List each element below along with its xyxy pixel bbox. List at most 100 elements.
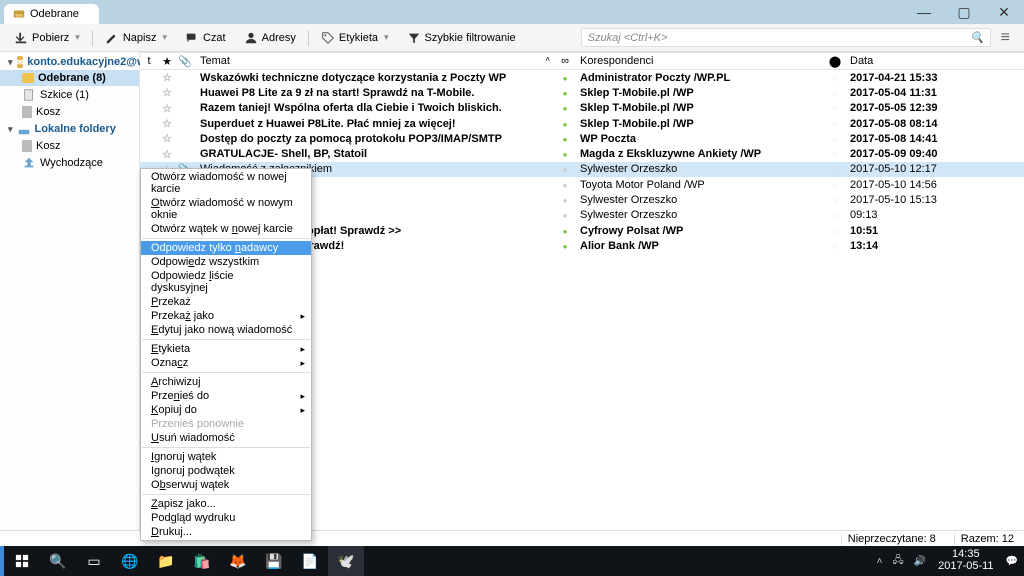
read-cell[interactable] [556, 225, 574, 237]
local-trash[interactable]: Kosz [0, 138, 139, 154]
important-cell[interactable] [826, 72, 844, 84]
task-view-button[interactable]: ▭ [76, 546, 112, 576]
star-cell[interactable]: ☆ [158, 148, 176, 161]
important-cell[interactable] [826, 87, 844, 99]
folder-drafts[interactable]: Szkice (1) [0, 86, 139, 104]
tray-chevron-icon[interactable]: ˄ [875, 556, 885, 567]
get-mail-button[interactable]: Pobierz▾ [6, 28, 88, 48]
ctx-archive[interactable]: Archiwizuj [141, 375, 311, 389]
ctx-copy-to[interactable]: Kopiuj do▸ [141, 403, 311, 417]
ctx-reply-list[interactable]: Odpowiedz liście dyskusyjnej [141, 269, 311, 295]
important-cell[interactable] [826, 118, 844, 130]
message-row[interactable]: ☆Wskazówki techniczne dotyczące korzysta… [140, 70, 1024, 85]
col-read[interactable]: ∞ [556, 55, 574, 67]
ctx-ignore-subthread[interactable]: Ignoruj podwątek [141, 464, 311, 478]
search-input[interactable]: Szukaj <Ctrl+K>🔍 [581, 28, 991, 47]
explorer-button[interactable]: 📁 [148, 546, 184, 576]
important-cell[interactable] [826, 209, 844, 221]
star-cell[interactable]: ☆ [158, 86, 176, 99]
read-cell[interactable] [556, 209, 574, 221]
thunderbird-button[interactable]: 🕊️ [328, 546, 364, 576]
app-button-1[interactable]: 💾 [256, 546, 292, 576]
read-cell[interactable] [556, 240, 574, 252]
col-attachment[interactable]: 📎 [176, 55, 194, 68]
read-cell[interactable] [556, 133, 574, 145]
read-cell[interactable] [556, 118, 574, 130]
folder-inbox[interactable]: Odebrane (8) [0, 70, 139, 86]
search-button[interactable]: 🔍 [40, 546, 76, 576]
ctx-mark[interactable]: Oznacz▸ [141, 356, 311, 370]
col-star[interactable]: ★ [158, 55, 176, 68]
ctx-watch-thread[interactable]: Obserwuj wątek [141, 478, 311, 492]
important-cell[interactable] [826, 194, 844, 206]
read-cell[interactable] [556, 179, 574, 191]
write-button[interactable]: Napisz▾ [97, 28, 175, 48]
ctx-open-thread-tab[interactable]: Otwórz wątek w nowej karcie [141, 222, 311, 236]
ctx-print[interactable]: Drukuj... [141, 525, 311, 539]
read-cell[interactable] [556, 102, 574, 114]
star-cell[interactable]: ☆ [158, 102, 176, 115]
read-cell[interactable] [556, 148, 574, 160]
ctx-move-to[interactable]: Przenieś do▸ [141, 389, 311, 403]
tray-network-icon[interactable]: 🖧 [890, 553, 905, 570]
ctx-open-new-tab[interactable]: Otwórz wiadomość w nowej karcie [141, 170, 311, 196]
tray-notifications-icon[interactable]: 💬 [1004, 556, 1020, 567]
ctx-reply-all[interactable]: Odpowiedz wszystkim [141, 255, 311, 269]
active-tab[interactable]: Odebrane [4, 4, 99, 24]
col-thread[interactable]: t [140, 55, 158, 67]
message-row[interactable]: ☆Superduet z Huawei P8Lite. Płać mniej z… [140, 116, 1024, 131]
local-outbox[interactable]: Wychodzące [0, 154, 139, 172]
read-cell[interactable] [556, 163, 574, 175]
tray-volume-icon[interactable]: 🔊 [912, 556, 928, 567]
chat-button[interactable]: Czat [177, 28, 234, 48]
addresses-button[interactable]: Adresy [236, 28, 304, 48]
important-cell[interactable] [826, 179, 844, 191]
col-correspondents[interactable]: Korespondenci [574, 55, 826, 67]
read-cell[interactable] [556, 194, 574, 206]
minimize-button[interactable]: — [904, 0, 944, 24]
col-date[interactable]: Data [844, 55, 1024, 67]
message-row[interactable]: ☆Razem taniej! Wspólna oferta dla Ciebie… [140, 101, 1024, 116]
read-cell[interactable] [556, 72, 574, 84]
col-subject[interactable]: Temat˄ [194, 55, 556, 67]
ctx-forward[interactable]: Przekaż [141, 295, 311, 309]
tray-clock[interactable]: 14:35 2017-05-11 [934, 549, 997, 572]
important-cell[interactable] [826, 102, 844, 114]
important-cell[interactable] [826, 225, 844, 237]
ctx-save-as[interactable]: Zapisz jako... [141, 497, 311, 511]
ctx-edit-as-new[interactable]: Edytuj jako nową wiadomość [141, 323, 311, 337]
message-row[interactable]: ☆Huawei P8 Lite za 9 zł na start! Sprawd… [140, 85, 1024, 100]
edge-button[interactable]: 🌐 [112, 546, 148, 576]
star-cell[interactable]: ☆ [158, 117, 176, 130]
tag-button[interactable]: Etykieta▾ [313, 28, 397, 48]
firefox-button[interactable]: 🦊 [220, 546, 256, 576]
start-button[interactable] [4, 546, 40, 576]
quick-filter-button[interactable]: Szybkie filtrowanie [399, 28, 524, 48]
ctx-forward-as[interactable]: Przekaż jako▸ [141, 309, 311, 323]
important-cell[interactable] [826, 133, 844, 145]
store-button[interactable]: 🛍️ [184, 546, 220, 576]
message-row[interactable]: ☆Dostęp do poczty za pomocą protokołu PO… [140, 131, 1024, 146]
important-cell[interactable] [826, 148, 844, 160]
app-menu-button[interactable]: ≡ [993, 29, 1018, 47]
col-important[interactable]: ⬤ [826, 55, 844, 68]
message-row[interactable]: ☆GRATULACJE- Shell, BP, StatoilMagda z E… [140, 146, 1024, 161]
important-cell[interactable] [826, 240, 844, 252]
star-cell[interactable]: ☆ [158, 132, 176, 145]
date-cell: 2017-05-10 14:56 [844, 179, 1024, 191]
ctx-reply-sender[interactable]: Odpowiedz tylko nadawcy [141, 241, 311, 255]
ctx-delete[interactable]: Usuń wiadomość [141, 431, 311, 445]
ctx-open-new-window[interactable]: Otwórz wiadomość w nowym oknie [141, 196, 311, 222]
ctx-print-preview[interactable]: Podgląd wydruku [141, 511, 311, 525]
star-cell[interactable]: ☆ [158, 71, 176, 84]
read-cell[interactable] [556, 87, 574, 99]
ctx-ignore-thread[interactable]: Ignoruj wątek [141, 450, 311, 464]
ctx-tag[interactable]: Etykieta▸ [141, 342, 311, 356]
account-row[interactable]: ▾✉konto.edukacyjne2@wp.pl [0, 54, 139, 70]
folder-trash[interactable]: Kosz [0, 104, 139, 120]
app-button-2[interactable]: 📄 [292, 546, 328, 576]
maximize-button[interactable]: ▢ [944, 0, 984, 24]
close-button[interactable]: ✕ [984, 0, 1024, 24]
local-folders[interactable]: ▾Lokalne foldery [0, 120, 139, 138]
important-cell[interactable] [826, 163, 844, 175]
